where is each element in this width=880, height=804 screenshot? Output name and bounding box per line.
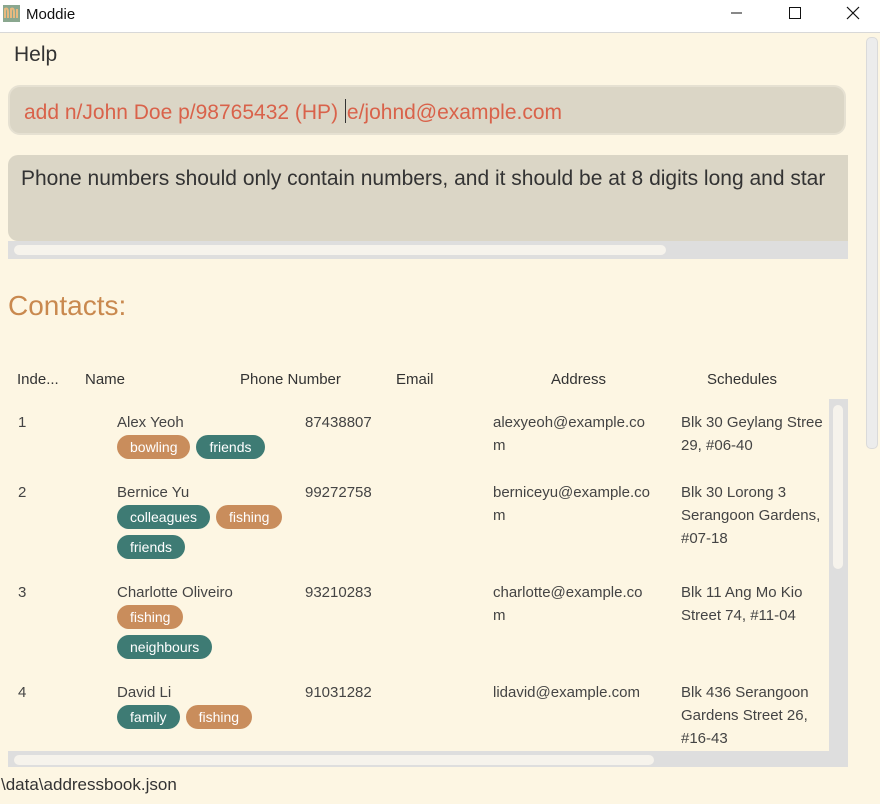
tag: colleagues xyxy=(117,505,210,529)
cell-email: charlotte@example.co m xyxy=(493,581,642,627)
cell-address: Blk 30 Lorong 3 Serangoon Gardens, #07-1… xyxy=(681,481,820,550)
status-bar: \data\addressbook.json xyxy=(0,767,880,804)
minimize-icon[interactable] xyxy=(713,0,759,32)
address-line: Serangoon Gardens, xyxy=(681,507,821,524)
tag: fishing xyxy=(215,505,283,529)
cell-phone: 93210283 xyxy=(305,584,372,601)
address-line: #16-43 xyxy=(681,730,728,747)
result-horizontal-scrollbar[interactable] xyxy=(8,241,848,259)
cell-email: lidavid@example.com xyxy=(493,681,640,704)
command-text-after-caret: e/johnd@example.com xyxy=(346,101,563,124)
header-name[interactable]: Name xyxy=(85,371,125,388)
table-row[interactable]: 2 Bernice Yu colleagues fishing friends 99… xyxy=(8,481,830,581)
cell-index: 3 xyxy=(18,584,27,601)
tag-list: family fishing xyxy=(117,705,297,735)
title-bar: Moddie xyxy=(0,0,880,33)
address-line: #07-18 xyxy=(681,530,728,547)
page-vertical-scrollbar[interactable] xyxy=(862,33,880,763)
tag-list: bowling friends xyxy=(117,435,297,465)
cell-address: Blk 11 Ang Mo Kio Street 74, #11-04 xyxy=(681,581,802,627)
tag: friends xyxy=(196,435,265,459)
table-horizontal-scrollbar[interactable] xyxy=(8,751,848,767)
cell-index: 1 xyxy=(18,414,27,431)
email-line: charlotte@example.co xyxy=(493,584,643,601)
contacts-table: Inde... Name Phone Number Email Address … xyxy=(8,360,848,760)
email-line: m xyxy=(493,607,506,624)
contacts-title: Contacts: xyxy=(8,290,127,321)
result-scroll-thumb[interactable] xyxy=(14,245,666,255)
email-line: m xyxy=(493,507,506,524)
close-icon[interactable] xyxy=(830,0,876,32)
save-location-path: \data\addressbook.json xyxy=(1,775,177,794)
command-text-before-caret: add n/John Doe p/98765432 (HP) xyxy=(24,101,344,124)
email-line: m xyxy=(493,437,506,454)
table-row[interactable]: 3 Charlotte Oliveiro fishing neighbours 9… xyxy=(8,581,830,681)
cell-name: Charlotte Oliveiro xyxy=(117,584,233,601)
address-line: Blk 30 Lorong 3 xyxy=(681,484,787,501)
table-horizontal-scroll-thumb[interactable] xyxy=(14,755,654,765)
cell-name: David Li xyxy=(117,684,172,701)
tag: bowling xyxy=(117,435,191,459)
header-address[interactable]: Address xyxy=(551,371,606,388)
table-vertical-scrollbar[interactable] xyxy=(829,399,848,751)
tag: family xyxy=(117,705,180,729)
address-line: Gardens Street 26, xyxy=(681,707,808,724)
page-vertical-scroll-thumb[interactable] xyxy=(866,37,878,449)
menu-help[interactable]: Help xyxy=(14,43,57,67)
table-row[interactable]: 1 Alex Yeoh bowling friends 87438807 alex… xyxy=(8,411,830,481)
table-row[interactable]: 4 David Li family fishing 91031282 lidavi… xyxy=(8,681,830,760)
window-title: Moddie xyxy=(26,6,76,23)
cell-name: Alex Yeoh xyxy=(117,414,184,431)
cell-address: Blk 436 Serangoon Gardens Street 26, #16… xyxy=(681,681,809,750)
header-index[interactable]: Inde... xyxy=(17,371,59,388)
command-text: add n/John Doe p/98765432 (HP) e/johnd@e… xyxy=(24,99,562,125)
table-vertical-scroll-thumb[interactable] xyxy=(833,405,843,569)
cell-phone: 91031282 xyxy=(305,684,372,701)
command-input[interactable]: add n/John Doe p/98765432 (HP) e/johnd@e… xyxy=(8,85,846,135)
address-line: 29, #06-40 xyxy=(681,437,753,454)
text-caret xyxy=(344,99,346,123)
maximize-icon[interactable] xyxy=(771,0,817,32)
tag: neighbours xyxy=(117,635,213,659)
email-line: alexyeoh@example.co xyxy=(493,414,645,431)
cell-address: Blk 30 Geylang Stree 29, #06-40 xyxy=(681,411,823,457)
moddie-logo-icon xyxy=(3,5,20,22)
address-line: Street 74, #11-04 xyxy=(681,607,796,624)
cell-name: Bernice Yu xyxy=(117,484,190,501)
cell-email: alexyeoh@example.co m xyxy=(493,411,645,457)
cell-phone: 99272758 xyxy=(305,484,372,501)
tag: fishing xyxy=(117,605,184,629)
header-email[interactable]: Email xyxy=(396,371,434,388)
menu-bar: Help xyxy=(0,33,862,77)
cell-phone: 87438807 xyxy=(305,414,372,431)
email-line: lidavid@example.com xyxy=(493,684,640,701)
result-message: Phone numbers should only contain number… xyxy=(21,167,826,190)
email-line: berniceyu@example.co xyxy=(493,484,650,501)
tag-list: colleagues fishing friends xyxy=(117,505,297,565)
tag-list: fishing neighbours xyxy=(117,605,237,665)
address-line: Blk 436 Serangoon xyxy=(681,684,809,701)
cell-index: 4 xyxy=(18,684,27,701)
header-schedules[interactable]: Schedules xyxy=(707,371,777,388)
result-display[interactable]: Phone numbers should only contain number… xyxy=(8,155,848,241)
tag: friends xyxy=(117,535,186,559)
tag: fishing xyxy=(185,705,253,729)
cell-email: berniceyu@example.co m xyxy=(493,481,650,527)
address-line: Blk 11 Ang Mo Kio xyxy=(681,584,803,601)
header-phone[interactable]: Phone Number xyxy=(240,371,341,388)
cell-index: 2 xyxy=(18,484,27,501)
address-line: Blk 30 Geylang Stree xyxy=(681,414,823,431)
